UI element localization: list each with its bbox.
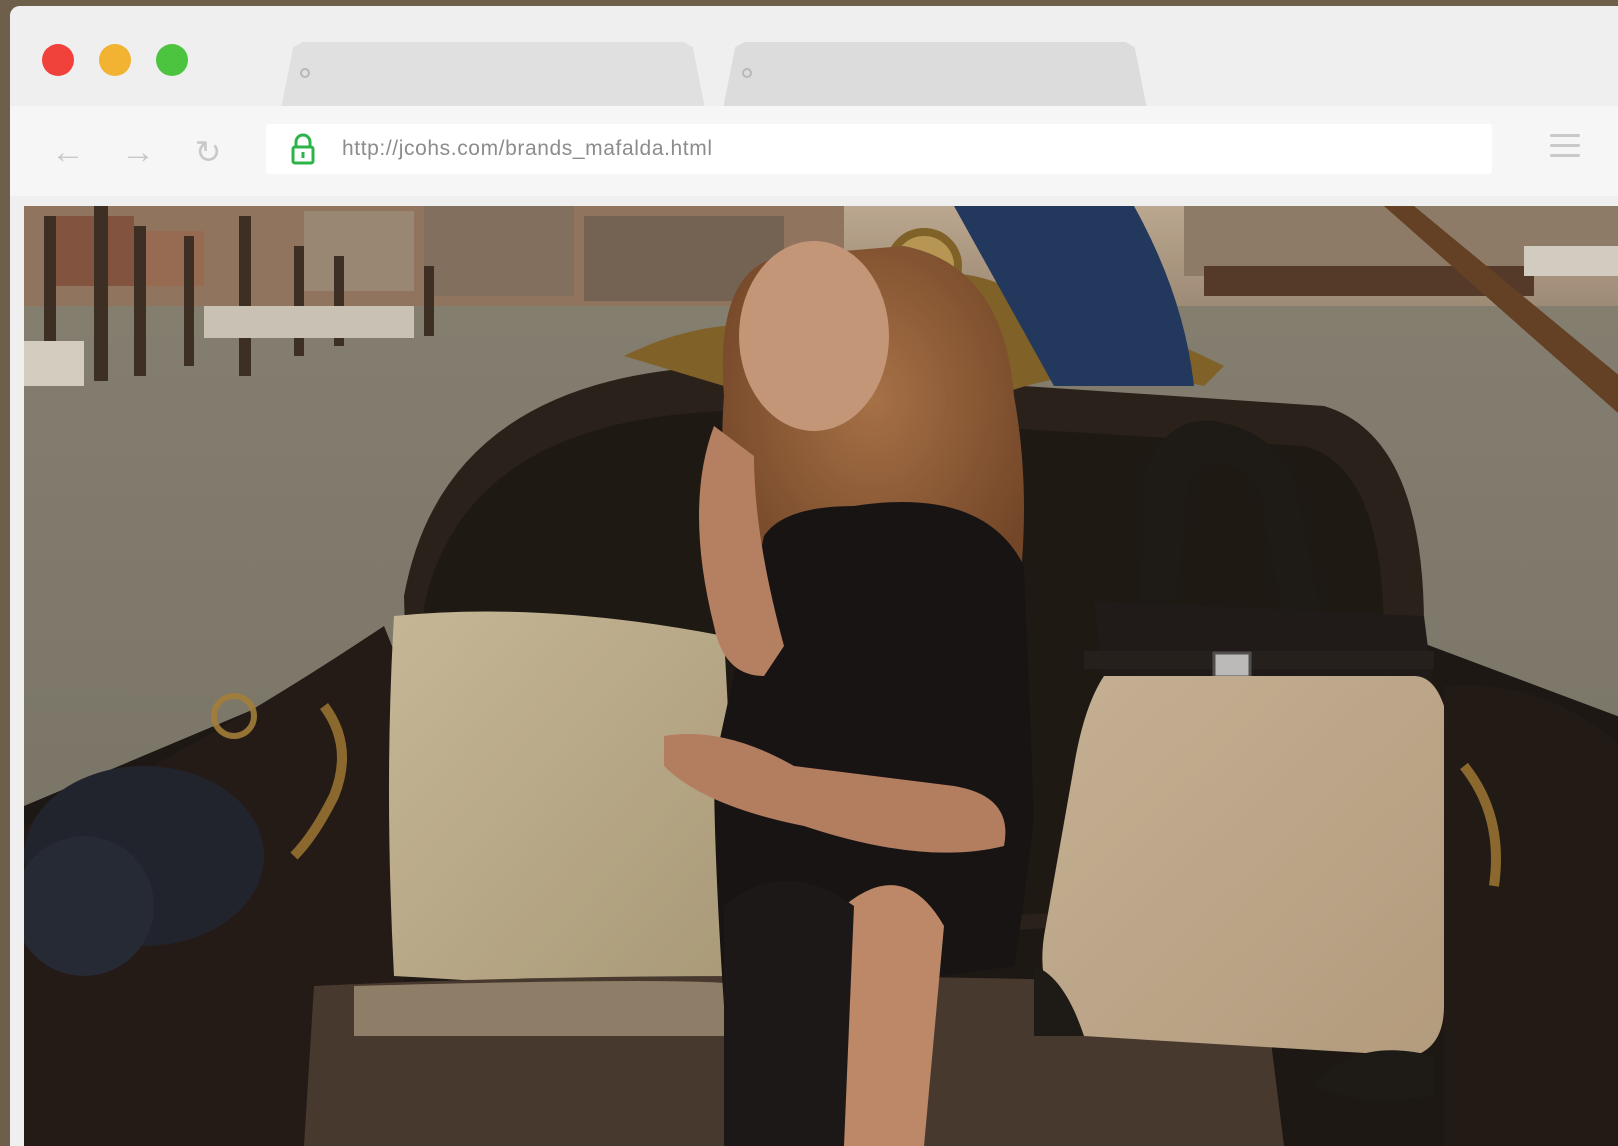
maximize-button[interactable]: [156, 44, 188, 76]
tab-favicon-icon: [742, 68, 752, 78]
title-bar: [10, 6, 1618, 106]
tab-favicon-icon: [300, 68, 310, 78]
hero-photo: [24, 206, 1618, 1146]
page-content: [24, 206, 1618, 1146]
browser-toolbar: ← → ↻ http://jcohs.com/brands_mafalda.ht…: [10, 106, 1618, 196]
tab-2[interactable]: [723, 42, 1147, 106]
url-text: http://jcohs.com/brands_mafalda.html: [342, 137, 713, 160]
tab-1[interactable]: [281, 42, 705, 106]
minimize-button[interactable]: [99, 44, 131, 76]
browser-window: ← → ↻ http://jcohs.com/brands_mafalda.ht…: [10, 6, 1618, 1146]
address-bar[interactable]: http://jcohs.com/brands_mafalda.html: [266, 124, 1492, 174]
hamburger-menu-icon[interactable]: [1550, 134, 1580, 164]
lock-icon: [291, 133, 315, 165]
back-arrow-icon[interactable]: ←: [48, 134, 88, 170]
reload-icon[interactable]: ↻: [188, 134, 228, 170]
close-button[interactable]: [42, 44, 74, 76]
forward-arrow-icon[interactable]: →: [118, 134, 158, 170]
